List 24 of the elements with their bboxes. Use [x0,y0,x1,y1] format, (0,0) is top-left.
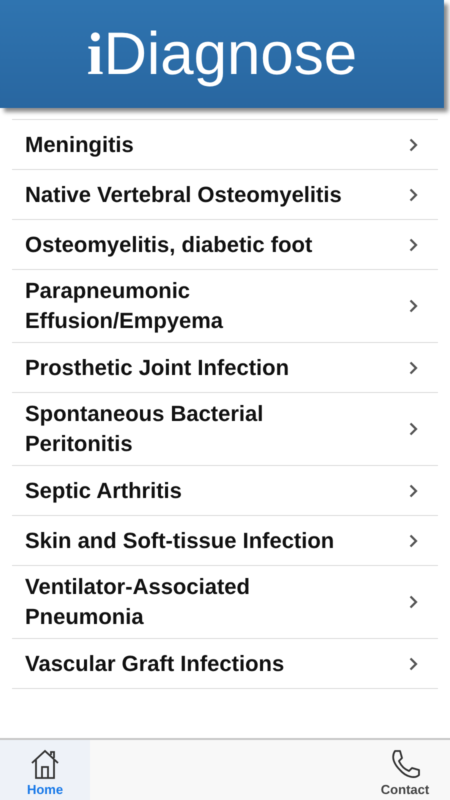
tab-button[interactable]: Home [0,740,90,800]
chevron-icon [409,188,418,202]
chevron-icon [409,534,418,548]
list-item[interactable]: Prosthetic Joint Infection [12,343,438,393]
list-item[interactable]: Skin and Soft-tissue Infection [12,516,438,566]
app-logo: iDiagnose [86,19,358,89]
chevron-icon [409,238,418,252]
chevron-icon [409,360,418,374]
list-item[interactable]: Vascular Graft Infections [12,639,438,689]
chevron-icon [409,656,418,670]
chevron-icon [409,138,418,152]
list-item[interactable]: Parapneumonic Effusion/Empyema [12,270,438,343]
list-item[interactable]: Osteomyelitis, diabetic foot [12,220,438,270]
tab-button[interactable]: Contact [360,740,450,800]
list-item[interactable]: Spontaneous Bacterial Peritonitis [12,393,438,466]
list-item[interactable]: Native Vertebral Osteomyelitis [12,170,438,220]
chevron-icon [409,484,418,498]
chevron-icon [409,595,418,609]
list-item[interactable]: Meningitis [12,120,438,170]
list-item[interactable]: Ventilator-Associated Pneumonia [12,566,438,639]
list-item[interactable]: Septic Arthritis [12,466,438,516]
chevron-icon [409,299,418,313]
chevron-icon [409,422,418,436]
home-icon [29,748,61,780]
